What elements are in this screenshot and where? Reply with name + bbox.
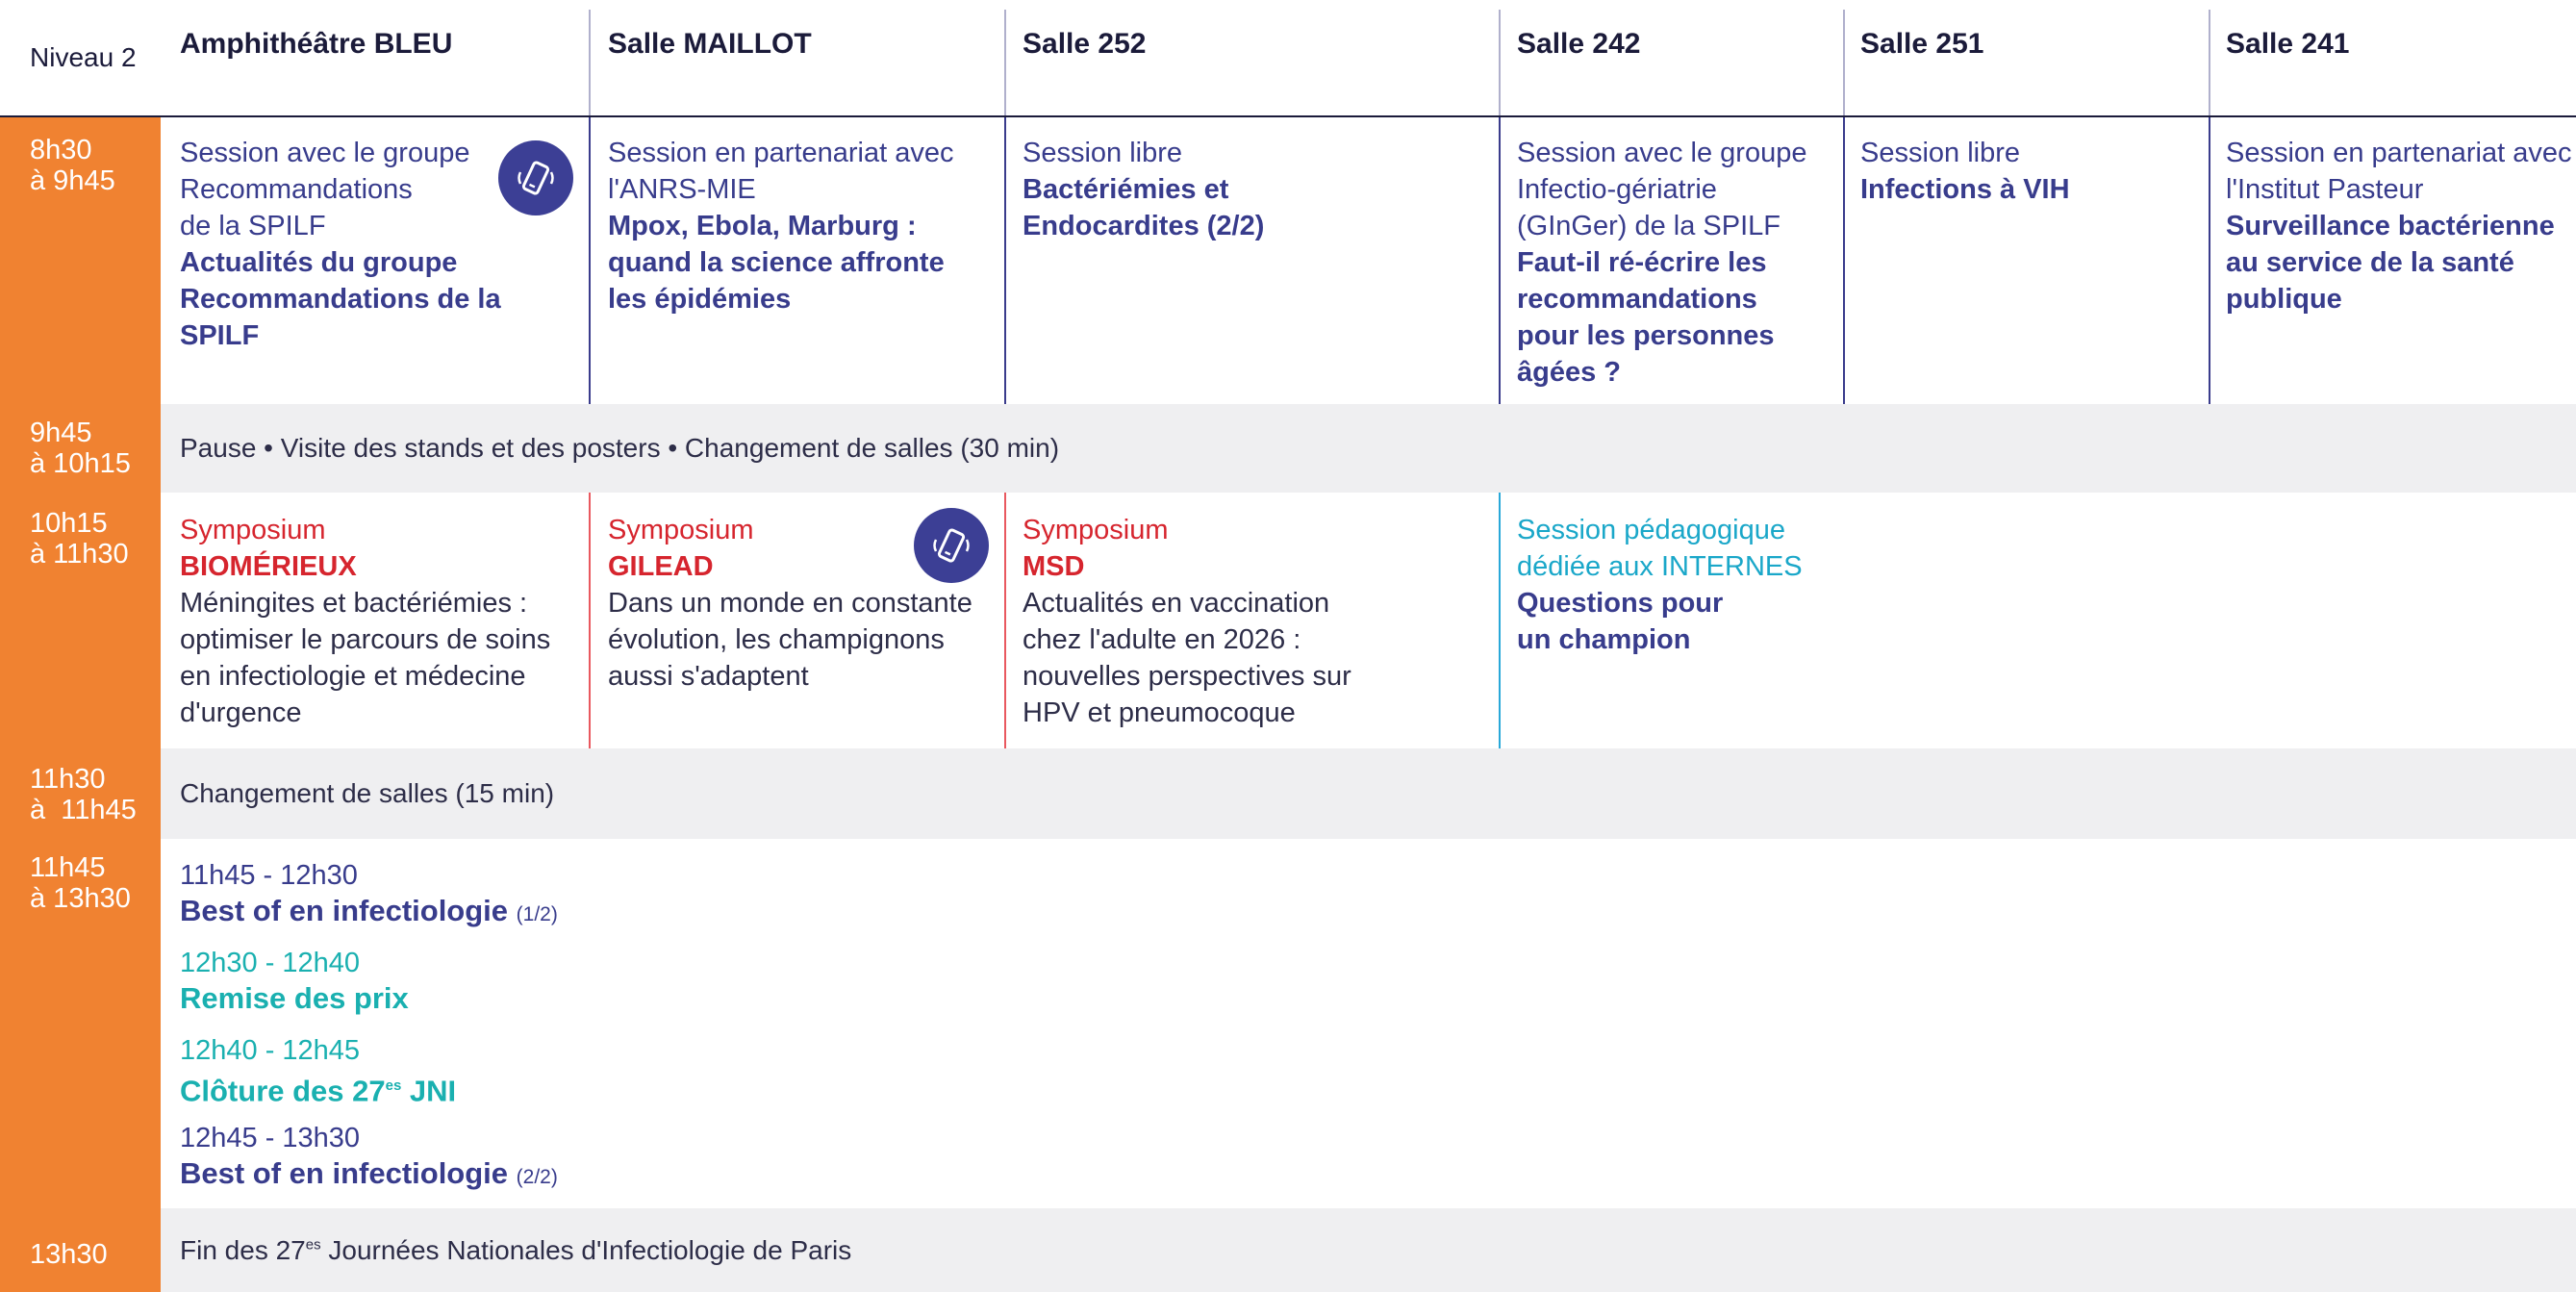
time-slot-3: 10h15 à 11h30 <box>30 508 129 570</box>
time-slot-2: 9h45 à 10h15 <box>30 418 131 479</box>
session-title: Faut-il ré-écrire les recommandations po… <box>1517 247 1775 388</box>
session-type: Session pédagogique dédiée aux INTERNES <box>1517 515 1803 582</box>
room-header-maillot: Salle MAILLOT <box>608 28 812 60</box>
slot-part: (1/2) <box>516 903 558 925</box>
row1-divider <box>2209 117 2210 404</box>
time-slot-1: 8h30 à 9h45 <box>30 135 115 196</box>
niveau-label: Niveau 2 <box>30 42 137 72</box>
break-text: Changement de salles (15 min) <box>180 778 555 808</box>
session-type: Symposium <box>180 515 326 545</box>
time-column <box>0 117 161 1292</box>
phone-icon <box>914 508 989 583</box>
session-type: Session libre <box>1023 138 1183 168</box>
session-description: Dans un monde en constante évolution, le… <box>608 588 972 692</box>
slot-title: Best of en infectiologie <box>180 894 509 927</box>
session-description: Méningites et bactériémies : optimiser l… <box>180 588 551 728</box>
session-type: Session libre <box>1860 138 2021 168</box>
room-header-amphi-bleu: Amphithéâtre BLEU <box>180 28 453 60</box>
room-header-251: Salle 251 <box>1860 28 1984 60</box>
closing-text: Fin des 27 <box>180 1234 306 1265</box>
session-type: Session avec le groupe Infectio-gériatri… <box>1517 138 1807 241</box>
session-description: Actualités en vaccination chez l'adulte … <box>1023 588 1351 728</box>
session-title: Questions pour un champion <box>1517 588 1724 655</box>
header-divider <box>589 10 591 115</box>
slot-best-of-2[interactable]: 12h45 - 13h30 Best of en infectiologie (… <box>180 1121 558 1196</box>
closing-band: Fin des 27es Journées Nationales d'Infec… <box>161 1208 2576 1292</box>
row3-divider <box>1499 493 1501 748</box>
row3-divider <box>1004 493 1006 748</box>
slot-time: 11h45 - 12h30 <box>180 860 358 891</box>
slot-title-end: JNI <box>401 1074 457 1108</box>
phone-icon <box>498 140 573 215</box>
slot-title: Best of en infectiologie <box>180 1156 509 1190</box>
header-divider <box>1004 10 1006 115</box>
slot-time: 12h45 - 13h30 <box>180 1123 361 1153</box>
room-header-252: Salle 252 <box>1023 28 1147 60</box>
slot-cloture[interactable]: 12h40 - 12h45 Clôture des 27es JNI <box>180 1033 456 1109</box>
row1-divider <box>1004 117 1006 404</box>
session-title: Bactériémies et Endocardites (2/2) <box>1023 174 1265 241</box>
time-slot-6: 13h30 <box>30 1239 108 1270</box>
slot-title: Remise des prix <box>180 981 409 1015</box>
slot-remise-prix[interactable]: 12h30 - 12h40 Remise des prix <box>180 946 409 1017</box>
session-title: Mpox, Ebola, Marburg : quand la science … <box>608 211 945 315</box>
slot-time: 12h30 - 12h40 <box>180 948 361 978</box>
slot-part: (2/2) <box>516 1166 558 1188</box>
row3-divider <box>589 493 591 748</box>
break-band-change: Changement de salles (15 min) <box>161 748 2576 839</box>
symposium-biomerieux[interactable]: Symposium BIOMÉRIEUX Méningites et bacté… <box>180 512 584 731</box>
session-251-morning[interactable]: Session libre Infections à VIH <box>1860 135 2202 208</box>
break-band-pause: Pause • Visite des stands et des posters… <box>161 404 2576 493</box>
session-type: Session en partenariat avec l'ANRS-MIE <box>608 138 954 205</box>
row1-divider <box>1499 117 1501 404</box>
header-divider <box>2209 10 2210 115</box>
session-242-morning[interactable]: Session avec le groupe Infectio-gériatri… <box>1517 135 1839 391</box>
session-maillot-morning[interactable]: Session en partenariat avec l'ANRS-MIE M… <box>608 135 1002 317</box>
row1-divider <box>1843 117 1845 404</box>
header-divider <box>1843 10 1845 115</box>
session-title: BIOMÉRIEUX <box>180 551 357 582</box>
slot-title: Clôture des 27 <box>180 1074 386 1108</box>
session-252-morning[interactable]: Session libre Bactériémies et Endocardit… <box>1023 135 1484 244</box>
room-header-241: Salle 241 <box>2226 28 2350 60</box>
closing-sup: es <box>305 1236 321 1254</box>
slot-title-sup: es <box>385 1077 402 1094</box>
slot-best-of-1[interactable]: 11h45 - 12h30 Best of en infectiologie (… <box>180 858 558 933</box>
room-header-242: Salle 242 <box>1517 28 1641 60</box>
break-text: Pause • Visite des stands et des posters… <box>180 433 1060 463</box>
row1-divider <box>589 117 591 404</box>
session-title: Infections à VIH <box>1860 174 2070 205</box>
time-slot-5: 11h45 à 13h30 <box>30 852 131 914</box>
closing-text-end: Journées Nationales d'Infectiologie de P… <box>320 1234 852 1265</box>
session-type: Session en partenariat avec l'Institut P… <box>2226 138 2572 205</box>
slot-time: 12h40 - 12h45 <box>180 1035 361 1066</box>
session-internes[interactable]: Session pédagogique dédiée aux INTERNES … <box>1517 512 1839 658</box>
time-slot-4: 11h30 à 11h45 <box>30 764 137 825</box>
session-title: Surveillance bactérienne au service de l… <box>2226 211 2555 315</box>
session-241-morning[interactable]: Session en partenariat avec l'Institut P… <box>2226 135 2572 317</box>
session-title: MSD <box>1023 551 1085 582</box>
session-title: Actualités du groupe Recommandations de … <box>180 247 501 351</box>
symposium-msd[interactable]: Symposium MSD Actualités en vaccination … <box>1023 512 1484 731</box>
header-rule <box>0 115 2576 117</box>
session-type: Symposium <box>1023 515 1169 545</box>
header-divider <box>1499 10 1501 115</box>
